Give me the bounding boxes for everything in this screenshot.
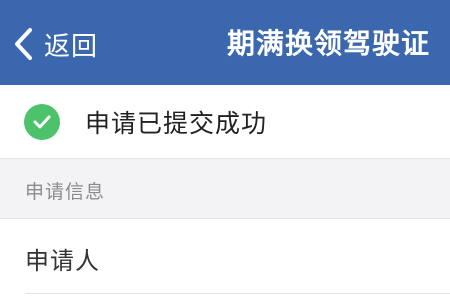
section-title: 申请信息 xyxy=(25,181,106,203)
chevron-left-icon xyxy=(15,28,32,60)
status-message: 申请已提交成功 xyxy=(85,108,268,138)
submission-status: 申请已提交成功 xyxy=(0,85,450,158)
back-label: 返回 xyxy=(44,31,99,62)
check-circle-icon xyxy=(24,103,60,140)
divider xyxy=(25,293,450,294)
screen: 返回 期满换领驾驶证 申请已提交成功 申请信息 申请人 xyxy=(0,0,450,300)
field-label-applicant: 申请人 xyxy=(25,247,100,275)
navigation-bar: 返回 期满换领驾驶证 xyxy=(0,0,450,85)
field-row-applicant: 申请人 xyxy=(0,218,450,300)
back-button[interactable]: 返回 xyxy=(10,22,98,66)
section-header: 申请信息 xyxy=(0,158,450,218)
check-mark-icon xyxy=(33,115,51,128)
page-title: 期满换领驾驶证 xyxy=(226,27,430,60)
